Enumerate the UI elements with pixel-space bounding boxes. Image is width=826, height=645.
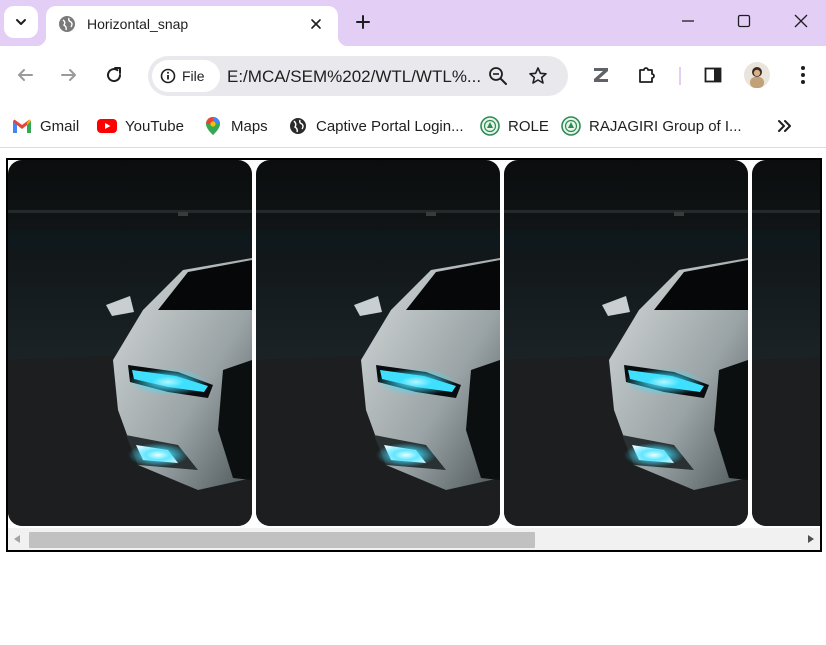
maps-icon [203, 116, 223, 136]
reload-icon [107, 67, 122, 83]
close-icon [311, 19, 321, 29]
bookmark-label: Gmail [40, 117, 80, 135]
bookmarks-bar: Gmail YouTube Maps Captive Portal Login.… [0, 104, 826, 148]
horizontal-snap-container[interactable] [6, 158, 822, 552]
globe-icon [288, 116, 308, 136]
side-panel-button[interactable] [698, 60, 728, 90]
minimize-icon [682, 20, 694, 22]
close-icon [794, 14, 808, 28]
extensions-button[interactable] [632, 60, 662, 90]
bookmark-label: YouTube [125, 117, 184, 135]
back-button[interactable] [10, 60, 40, 90]
bookmark-label: Maps [231, 117, 268, 135]
horizontal-scrollbar[interactable] [8, 528, 820, 550]
arrow-left-icon [18, 69, 33, 81]
car-headlight-image [256, 160, 500, 526]
youtube-icon [97, 116, 117, 136]
car-headlight-image [8, 160, 252, 526]
puzzle-icon [639, 67, 655, 83]
more-vert-icon [801, 66, 805, 84]
site-info-label: File [182, 68, 205, 84]
maximize-button[interactable] [726, 6, 762, 36]
forward-button[interactable] [54, 60, 84, 90]
bookmark-label: Captive Portal Login... [316, 117, 464, 135]
triangle-right-icon [808, 535, 814, 543]
car-headlight-image [504, 160, 748, 526]
address-bar[interactable]: File E:/MCA/SEM%202/WTL/WTL%... [148, 56, 568, 96]
zotero-extension-button[interactable] [586, 60, 616, 90]
reload-button[interactable] [99, 60, 129, 90]
browser-menu-button[interactable] [788, 60, 818, 90]
active-tab[interactable]: Horizontal_snap [36, 6, 348, 46]
car-headlight-image [752, 160, 820, 526]
url-text[interactable]: E:/MCA/SEM%202/WTL/WTL%... [227, 67, 481, 87]
bookmark-captive-portal[interactable]: Captive Portal Login... [288, 113, 464, 139]
zoom-out-icon [489, 67, 507, 85]
globe-icon [59, 16, 75, 32]
maximize-icon [737, 14, 751, 28]
scrollbar-thumb[interactable] [29, 532, 535, 548]
toolbar-separator [679, 67, 681, 85]
scroll-right-arrow[interactable] [806, 534, 816, 544]
bookmark-role[interactable]: ROLE [480, 113, 549, 139]
minimize-button[interactable] [670, 6, 706, 36]
site-info-chip[interactable]: File [152, 60, 220, 92]
tab-close-button[interactable] [306, 14, 326, 34]
zoom-button[interactable] [486, 64, 510, 88]
zotero-z-icon [594, 68, 608, 82]
chevron-down-icon [16, 19, 26, 25]
avatar [744, 62, 770, 88]
rajagiri-logo-icon [480, 116, 500, 136]
tab-strip: Horizontal_snap [0, 0, 826, 46]
tab-search-button[interactable] [4, 6, 38, 38]
plus-icon [356, 15, 370, 29]
info-icon [160, 68, 176, 84]
profile-avatar[interactable] [742, 60, 772, 90]
page-content [0, 149, 826, 645]
chevron-double-right-icon [778, 120, 791, 132]
gmail-icon [12, 116, 32, 136]
bookmark-rajagiri[interactable]: RAJAGIRI Group of I... [561, 113, 742, 139]
toolbar: File E:/MCA/SEM%202/WTL/WTL%... [0, 46, 826, 104]
snap-track [8, 160, 820, 526]
side-panel-icon [704, 67, 722, 83]
bookmark-star-button[interactable] [526, 64, 550, 88]
window-close-button[interactable] [783, 6, 819, 36]
bookmark-youtube[interactable]: YouTube [97, 113, 184, 139]
bookmark-maps[interactable]: Maps [203, 113, 268, 139]
scroll-left-arrow[interactable] [12, 534, 22, 544]
bookmark-label: ROLE [508, 117, 549, 135]
arrow-right-icon [61, 69, 76, 81]
new-tab-button[interactable] [350, 9, 376, 35]
star-icon [529, 67, 547, 84]
triangle-left-icon [14, 535, 20, 543]
tab-title: Horizontal_snap [87, 16, 189, 32]
bookmark-gmail[interactable]: Gmail [12, 113, 79, 139]
rajagiri-logo-icon [561, 116, 581, 136]
more-bookmarks-button[interactable] [772, 114, 798, 138]
bookmark-label: RAJAGIRI Group of I... [589, 117, 742, 135]
